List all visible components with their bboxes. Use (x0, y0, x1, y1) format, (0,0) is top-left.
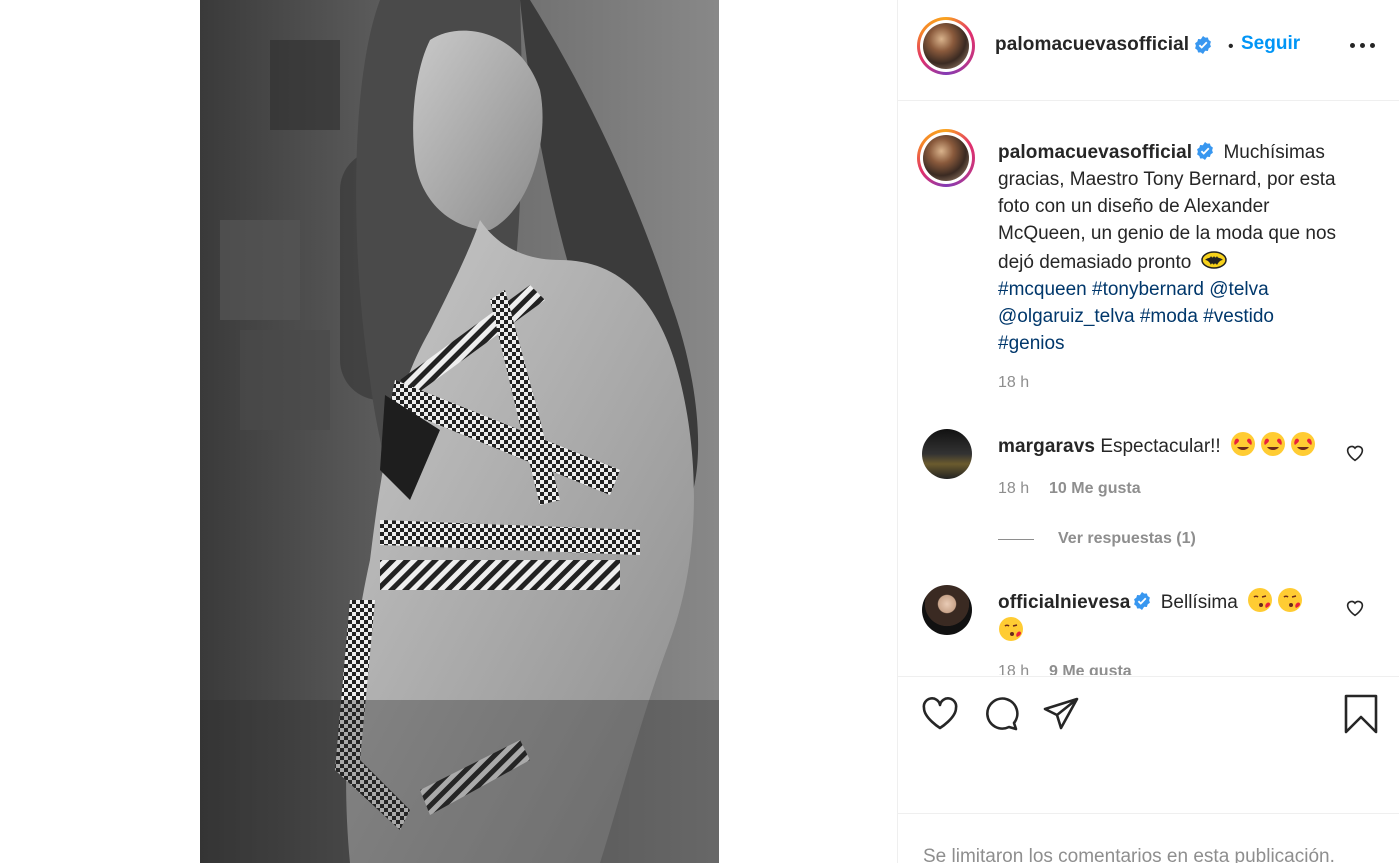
comment-time[interactable]: 18 h (998, 480, 1029, 498)
photo-area (0, 0, 897, 863)
comments-section[interactable]: palomacuevasofficial Muchísimas gracias,… (898, 102, 1399, 675)
commenter-avatar[interactable] (922, 429, 972, 479)
action-bar (898, 676, 1399, 813)
hashtag-link[interactable]: #tonybernard (1092, 279, 1204, 300)
comment-time[interactable]: 18 h (998, 663, 1029, 675)
comments-footer: Se limitaron los comentarios en esta pub… (898, 813, 1399, 863)
view-replies-label: Ver respuestas (1) (1058, 530, 1196, 547)
comment-username[interactable]: margaravs (998, 436, 1095, 457)
view-replies-button[interactable]: Ver respuestas (1) (998, 530, 1196, 548)
comment-like-heart-icon[interactable] (1345, 444, 1365, 462)
heart-eyes-emoji-icon (1261, 432, 1285, 456)
more-options-icon[interactable] (1350, 40, 1376, 50)
verified-badge-icon (1134, 592, 1151, 610)
bat-emoji-icon (1200, 251, 1227, 269)
hashtag-link[interactable]: #moda (1140, 306, 1198, 327)
comment-icon[interactable] (981, 694, 1021, 734)
caption-username[interactable]: palomacuevasofficial (998, 142, 1192, 163)
comment-likes[interactable]: 10 Me gusta (1049, 480, 1141, 498)
comment-body: Bellísima (1160, 592, 1238, 613)
post-photo[interactable] (200, 0, 719, 863)
comment-username[interactable]: officialnievesa (998, 592, 1130, 613)
hashtag-link[interactable]: #genios (998, 333, 1065, 354)
comment-text: officialnievesa Bellísima (998, 587, 1338, 645)
share-icon[interactable] (1041, 694, 1081, 734)
post-panel: palomacuevasofficial • Seguir palomacuev… (897, 0, 1399, 863)
replies-divider (998, 538, 1034, 540)
caption-avatar[interactable] (917, 129, 975, 187)
separator-dot: • (1228, 38, 1234, 55)
instagram-post-page: palomacuevasofficial • Seguir palomacuev… (0, 0, 1399, 863)
kiss-emoji-icon (1248, 588, 1273, 612)
hashtag-link[interactable]: #vestido (1203, 306, 1274, 327)
mention-link[interactable]: @olgaruiz_telva (998, 306, 1135, 327)
post-header: palomacuevasofficial • Seguir (898, 0, 1399, 101)
verified-badge-icon (1197, 142, 1214, 160)
author-name-row: palomacuevasofficial (995, 34, 1212, 56)
follow-button[interactable]: Seguir (1241, 33, 1300, 55)
kiss-emoji-icon (999, 617, 1023, 641)
commenter-avatar[interactable] (922, 585, 972, 635)
bookmark-icon[interactable] (1341, 694, 1381, 734)
comment-likes[interactable]: 9 Me gusta (1049, 663, 1132, 675)
comments-limited-notice: Se limitaron los comentarios en esta pub… (923, 846, 1335, 863)
kiss-emoji-icon (1278, 588, 1303, 612)
caption-text: palomacuevasofficial Muchísimas gracias,… (998, 139, 1343, 357)
author-username[interactable]: palomacuevasofficial (995, 34, 1189, 56)
author-avatar[interactable] (917, 17, 975, 75)
hashtag-link[interactable]: #mcqueen (998, 279, 1087, 300)
caption-time[interactable]: 18 h (998, 374, 1029, 392)
verified-badge-icon (1195, 36, 1212, 54)
comment-text: margaravs Espectacular!! (998, 431, 1338, 460)
comment-like-heart-icon[interactable] (1345, 599, 1365, 617)
mention-link[interactable]: @telva (1209, 279, 1268, 300)
heart-eyes-emoji-icon (1231, 432, 1255, 456)
heart-eyes-emoji-icon (1291, 432, 1315, 456)
heart-icon[interactable] (920, 694, 960, 734)
comment-body: Espectacular!! (1100, 436, 1221, 457)
